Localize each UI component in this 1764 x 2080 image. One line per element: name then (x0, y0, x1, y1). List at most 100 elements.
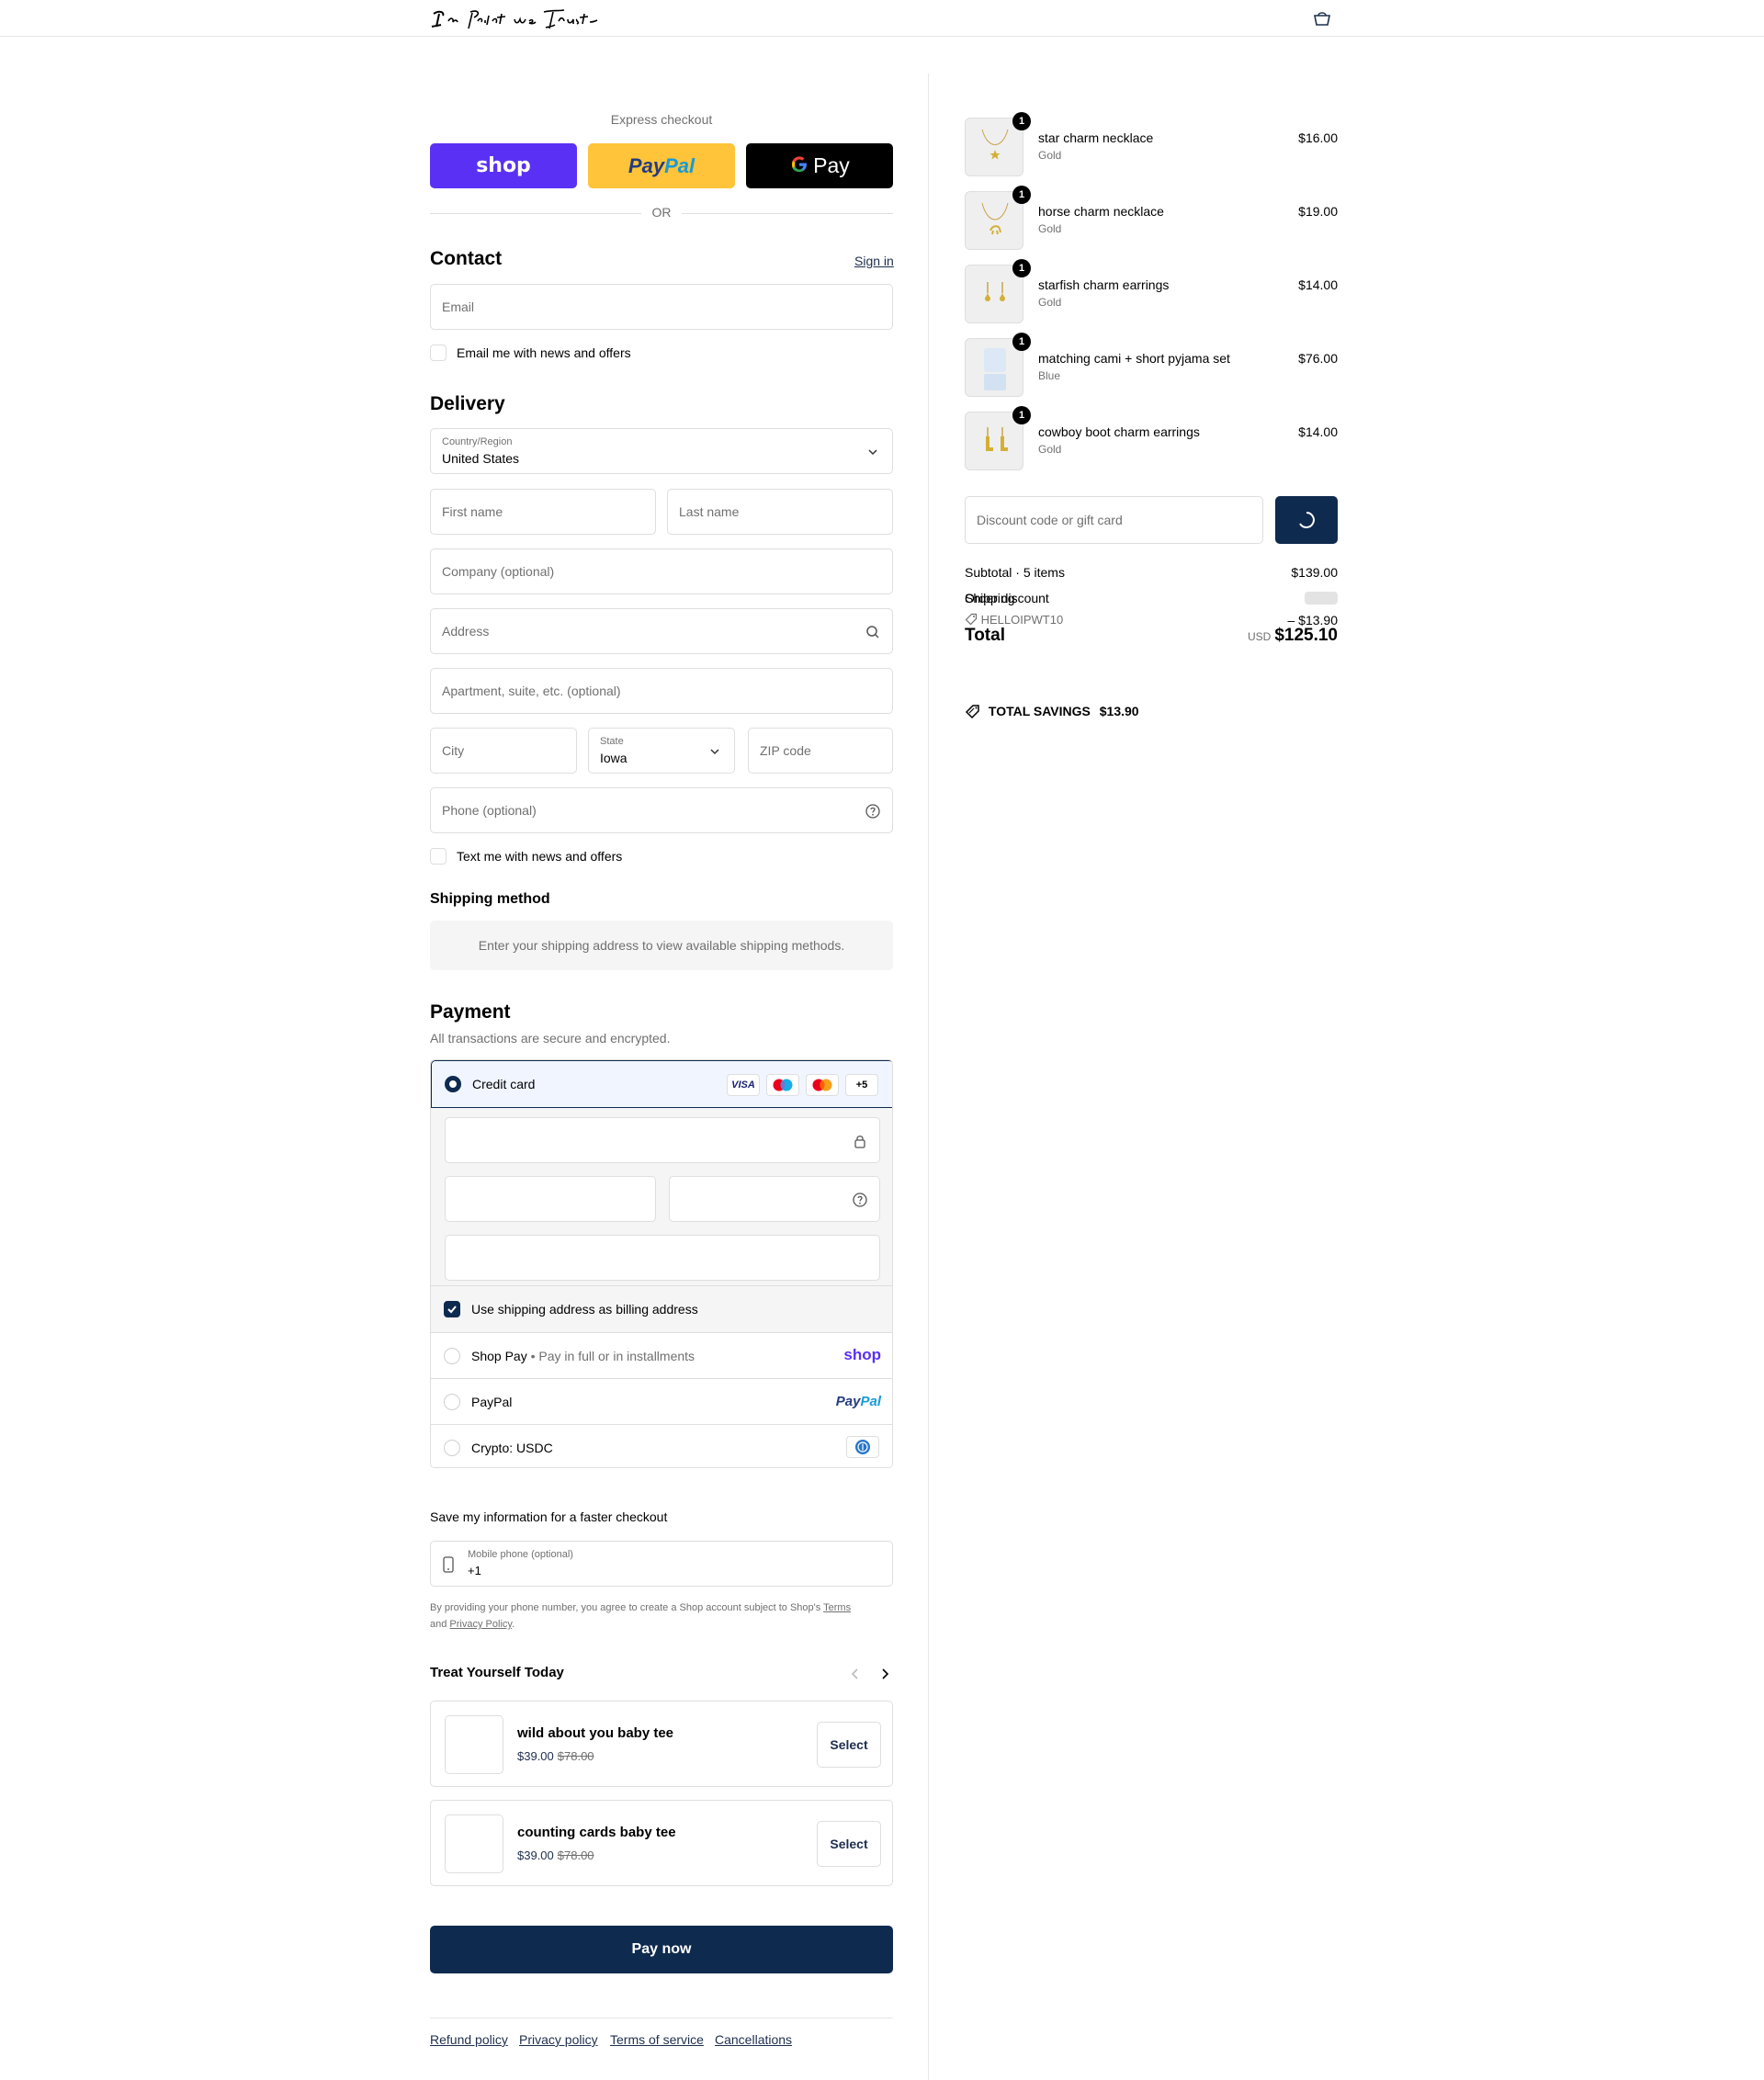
quantity-badge: 1 (1012, 112, 1031, 130)
discount-code-field[interactable]: Discount code or gift card (965, 496, 1263, 544)
help-circle-icon[interactable] (865, 803, 881, 820)
visa-icon: VISA (727, 1074, 760, 1096)
privacy-policy-link[interactable]: Privacy Policy (449, 1619, 512, 1630)
terms-of-service-link[interactable]: Terms of service (610, 2032, 704, 2047)
email-field[interactable]: Email (430, 284, 893, 330)
total-value: $125.10 (1274, 626, 1338, 645)
apartment-placeholder: Apartment, suite, etc. (optional) (442, 684, 621, 698)
cart-item-price: $19.00 (1298, 204, 1338, 219)
upsell-product-card: counting cards baby tee $39.00 $78.00 Sel… (430, 1800, 893, 1886)
mobile-phone-field[interactable]: Mobile phone (optional) +1 (430, 1541, 893, 1587)
shop-pay-label: Shop Pay • Pay in full or in installment… (471, 1349, 695, 1363)
state-value: Iowa (600, 751, 628, 765)
text-news-checkbox[interactable] (430, 848, 447, 865)
cart-item-price: $76.00 (1298, 351, 1338, 366)
email-placeholder: Email (442, 300, 475, 314)
upsell-select-button[interactable]: Select (817, 1722, 881, 1768)
credit-card-option[interactable]: Credit card VISA +5 (431, 1060, 892, 1108)
apply-discount-button[interactable] (1275, 496, 1338, 544)
city-field[interactable]: City (430, 728, 577, 774)
store-logo[interactable] (430, 5, 599, 30)
google-pay-label: Pay (813, 153, 850, 177)
upsell-select-button[interactable]: Select (817, 1821, 881, 1867)
text-news-label: Text me with news and offers (457, 849, 623, 864)
total-amount: USD $125.10 (1248, 626, 1338, 646)
shop-pay-button[interactable]: shop (430, 143, 577, 188)
card-number-field[interactable] (445, 1117, 880, 1163)
cart-item: 1 star charm necklace Gold $16.00 (965, 112, 1338, 182)
contact-heading: Contact (430, 248, 503, 269)
card-expiry-field[interactable] (445, 1176, 656, 1222)
upsell-product-price: $39.00 $78.00 (517, 1749, 594, 1763)
address-field[interactable]: Address (430, 608, 893, 654)
refund-policy-link[interactable]: Refund policy (430, 2032, 508, 2047)
terms-link[interactable]: Terms (823, 1602, 851, 1613)
billing-address-checkbox[interactable] (444, 1301, 460, 1317)
shop-pay-logo: shop (476, 154, 531, 177)
currency-code: USD (1247, 630, 1272, 643)
column-divider (928, 73, 929, 2080)
crypto-radio[interactable] (444, 1440, 460, 1456)
cancellations-link[interactable]: Cancellations (715, 2032, 792, 2047)
card-name-field[interactable] (445, 1235, 880, 1281)
shipping-value-loading (1305, 592, 1338, 605)
privacy-policy-footer-link[interactable]: Privacy policy (519, 2032, 598, 2047)
upsell-product-name: counting cards baby tee (517, 1825, 676, 1840)
billing-address-label: Use shipping address as billing address (471, 1302, 698, 1317)
paypal-logo: PayPal (628, 153, 695, 177)
carousel-next-icon[interactable] (876, 1666, 893, 1685)
cart-item-variant: Gold (1038, 149, 1062, 162)
discount-code-text: HELLOIPWT10 (980, 613, 1064, 627)
subtotal-label: Subtotal · 5 items (965, 565, 1065, 580)
cart-item-name: star charm necklace (1038, 130, 1154, 145)
paypal-option[interactable]: PayPal PayPal (431, 1378, 892, 1424)
shop-pay-option[interactable]: Shop Pay • Pay in full or in installment… (431, 1332, 892, 1378)
total-savings-row: TOTAL SAVINGS $13.90 (965, 703, 1139, 719)
paypal-button[interactable]: PayPal (588, 143, 735, 188)
email-news-checkbox[interactable] (430, 345, 447, 361)
carousel-prev-icon[interactable] (847, 1666, 864, 1685)
company-field[interactable]: Company (optional) (430, 548, 893, 594)
help-circle-icon[interactable] (852, 1192, 868, 1208)
credit-card-label: Credit card (472, 1077, 536, 1091)
loading-spinner-icon (1299, 512, 1315, 528)
card-security-code-field[interactable] (669, 1176, 880, 1222)
phone-placeholder: Phone (optional) (442, 803, 537, 818)
paypal-radio[interactable] (444, 1394, 460, 1410)
cart-item: 1 matching cami + short pyjama set Blue … (965, 333, 1338, 402)
shopping-bag-icon[interactable] (1312, 9, 1332, 28)
lock-icon (852, 1133, 868, 1149)
chevron-down-icon (707, 743, 723, 760)
header (0, 0, 1764, 37)
state-select[interactable]: State Iowa (588, 728, 735, 774)
crypto-usdc-option[interactable]: Crypto: USDC (431, 1424, 892, 1467)
country-select[interactable]: Country/Region United States (430, 428, 893, 474)
subtotal-value: $139.00 (1291, 565, 1338, 580)
cart-item-variant: Blue (1038, 369, 1061, 382)
total-savings-label: TOTAL SAVINGS (988, 704, 1091, 718)
phone-field[interactable]: Phone (optional) (430, 787, 893, 833)
city-placeholder: City (442, 743, 465, 758)
cart-item: 1 horse charm necklace Gold $19.00 (965, 186, 1338, 255)
first-name-field[interactable]: First name (430, 489, 656, 535)
cart-item-price: $14.00 (1298, 277, 1338, 292)
credit-card-radio[interactable] (445, 1076, 461, 1092)
discount-code-placeholder: Discount code or gift card (977, 513, 1123, 527)
upsell-product-name: wild about you baby tee (517, 1725, 674, 1741)
upsell-heading: Treat Yourself Today (430, 1665, 564, 1680)
google-pay-button[interactable]: Pay (746, 143, 893, 188)
paypal-label: PayPal (471, 1395, 513, 1409)
last-name-field[interactable]: Last name (667, 489, 893, 535)
or-divider-right (682, 213, 893, 214)
sign-in-link[interactable]: Sign in (854, 254, 894, 268)
zip-field[interactable]: ZIP code (748, 728, 893, 774)
pay-now-button[interactable]: Pay now (430, 1926, 893, 1973)
shop-pay-radio[interactable] (444, 1348, 460, 1364)
total-label: Total (965, 626, 1005, 645)
tag-icon (965, 613, 978, 626)
cart-item-variant: Gold (1038, 222, 1062, 235)
upsell-product-image (445, 1715, 503, 1774)
mobile-phone-icon (442, 1555, 455, 1577)
apartment-field[interactable]: Apartment, suite, etc. (optional) (430, 668, 893, 714)
quantity-badge: 1 (1012, 333, 1031, 351)
